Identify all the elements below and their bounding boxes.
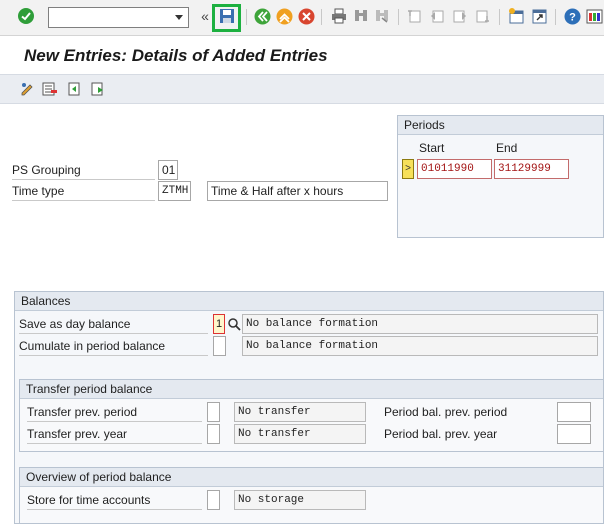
transfer-prev-period-label: Transfer prev. period: [27, 402, 202, 422]
print-icon[interactable]: [330, 7, 348, 25]
period-end-field[interactable]: 31129999: [494, 159, 569, 179]
period-bal-prev-period-label: Period bal. prev. period: [384, 405, 508, 419]
dropdown-arrow-icon[interactable]: [175, 15, 183, 20]
transfer-prev-period-text: No transfer: [234, 402, 366, 422]
store-time-accounts-label: Store for time accounts: [27, 490, 202, 510]
cumulate-period-field[interactable]: [213, 336, 226, 356]
cumulate-period-label: Cumulate in period balance: [19, 336, 208, 356]
store-time-accounts-text: No storage: [234, 490, 366, 510]
undo-icon[interactable]: [66, 81, 82, 97]
command-field[interactable]: [48, 7, 189, 28]
find-icon[interactable]: [352, 7, 370, 25]
transfer-group-title: Transfer period balance: [20, 380, 603, 399]
cancel-icon[interactable]: [297, 7, 315, 25]
save-icon[interactable]: [218, 7, 236, 25]
period-end-label: End: [496, 141, 518, 155]
page-title: New Entries: Details of Added Entries: [24, 46, 328, 65]
ps-grouping-field[interactable]: 01: [158, 160, 178, 180]
first-page-icon[interactable]: [405, 7, 423, 25]
transfer-prev-year-field[interactable]: [207, 424, 220, 444]
cumulate-period-text: No balance formation: [242, 336, 598, 356]
period-bal-prev-period-field[interactable]: [557, 402, 591, 422]
previous-page-icon[interactable]: [428, 7, 446, 25]
transfer-prev-period-field[interactable]: [207, 402, 220, 422]
period-bal-prev-year-label: Period bal. prev. year: [384, 427, 498, 441]
save-day-balance-field[interactable]: 1: [213, 314, 225, 334]
store-time-accounts-field[interactable]: [207, 490, 220, 510]
transfer-prev-year-text: No transfer: [234, 424, 366, 444]
balances-group-title: Balances: [15, 292, 603, 311]
delete-icon[interactable]: [42, 81, 58, 97]
customize-layout-icon[interactable]: [585, 7, 603, 25]
periods-group-title: Periods: [398, 116, 603, 135]
last-page-icon[interactable]: [474, 7, 492, 25]
save-day-balance-text: No balance formation: [242, 314, 598, 334]
find-next-icon[interactable]: [373, 7, 391, 25]
time-type-field[interactable]: ZTMH: [158, 181, 191, 201]
application-toolbar: [0, 74, 604, 104]
exit-icon[interactable]: [275, 7, 293, 25]
overview-group-title: Overview of period balance: [20, 468, 603, 487]
system-toolbar: « ?: [0, 0, 604, 36]
back-icon[interactable]: [253, 7, 271, 25]
enter-icon[interactable]: [17, 7, 35, 25]
time-type-label: Time type: [12, 181, 155, 201]
period-start-label: Start: [419, 141, 445, 155]
transfer-prev-year-label: Transfer prev. year: [27, 424, 202, 444]
change-icon[interactable]: [20, 81, 36, 97]
help-icon[interactable]: ?: [563, 7, 581, 25]
period-select-button[interactable]: >: [402, 159, 414, 179]
time-type-text: Time & Half after x hours: [207, 181, 388, 201]
shortcut-icon[interactable]: [530, 7, 548, 25]
search-help-icon[interactable]: [227, 317, 241, 331]
period-bal-prev-year-field[interactable]: [557, 424, 591, 444]
next-entry-icon[interactable]: [90, 81, 106, 97]
save-day-balance-label: Save as day balance: [19, 314, 208, 334]
new-session-icon[interactable]: [507, 7, 525, 25]
ps-grouping-label: PS Grouping: [12, 160, 155, 180]
period-start-field[interactable]: 01011990: [417, 159, 492, 179]
svg-text:?: ?: [569, 11, 576, 23]
next-page-icon[interactable]: [451, 7, 469, 25]
